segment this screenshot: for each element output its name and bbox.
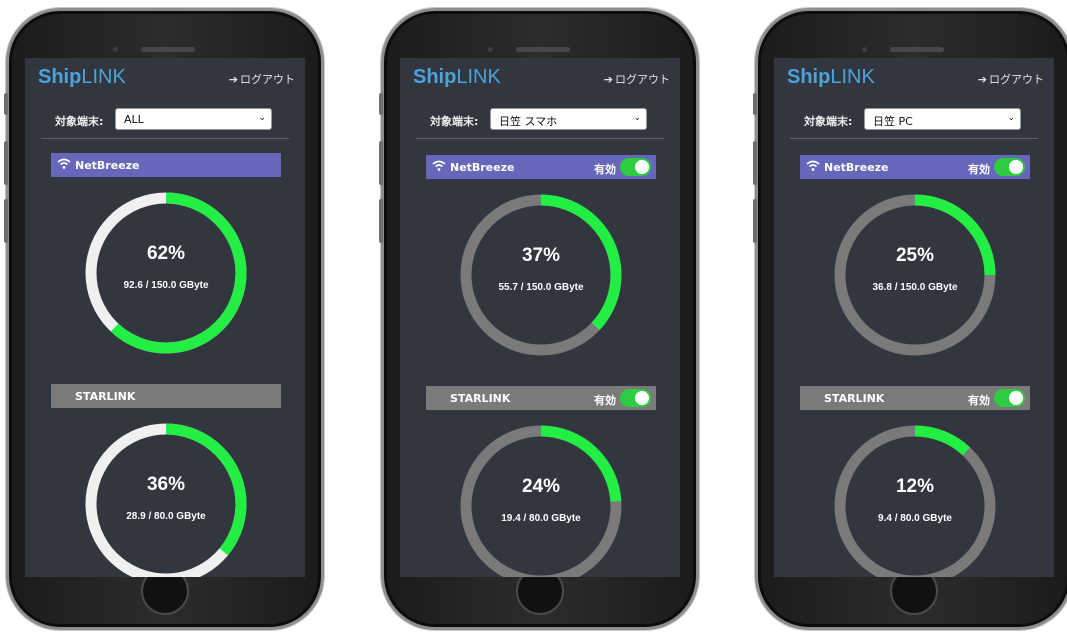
- app-logo: ShipLINK: [38, 66, 126, 88]
- side-button: [379, 93, 383, 115]
- logout-link[interactable]: ➔ ログアウト: [604, 71, 670, 87]
- usage-gauge: 36% 28.9 / 80.0 GByte: [78, 416, 254, 577]
- device-selector-label: 対象端末:: [804, 115, 853, 128]
- device-selector-row: 対象端末: ALL ⌄: [25, 108, 305, 130]
- toggle-knob: [1009, 391, 1023, 405]
- usage-percent: 37%: [521, 245, 561, 266]
- usage-amount: 36.8 / 150.0 GByte: [872, 282, 958, 293]
- network-header-netbreeze: NetBreeze: [51, 153, 281, 177]
- divider: [790, 138, 1038, 139]
- sign-out-icon: ➔: [603, 73, 613, 86]
- network-header-netbreeze: NetBreeze 有効: [800, 155, 1030, 179]
- device-selector-label: 対象端末:: [430, 115, 479, 128]
- app-header: ShipLINK ➔ ログアウト: [774, 58, 1054, 96]
- network-name: STARLINK: [450, 392, 511, 405]
- app-logo: ShipLINK: [413, 66, 501, 88]
- volume-button: [753, 199, 757, 243]
- sign-out-icon: ➔: [228, 73, 238, 86]
- camera: [488, 47, 493, 52]
- usage-percent: 36%: [146, 474, 186, 495]
- enable-toggle[interactable]: [620, 158, 651, 176]
- divider: [41, 138, 289, 139]
- usage-ring: [85, 423, 247, 577]
- enable-toggle[interactable]: [994, 158, 1025, 176]
- ring-track: [834, 425, 996, 577]
- divider: [416, 138, 664, 139]
- usage-amount: 55.7 / 150.0 GByte: [498, 282, 584, 293]
- usage-gauge: 12% 9.4 / 80.0 GByte: [827, 418, 1003, 577]
- network-header-starlink: STARLINK 有効: [800, 386, 1030, 410]
- usage-gauge: 25% 36.8 / 150.0 GByte: [827, 187, 1003, 363]
- phone-frame: ShipLINK ➔ ログアウト対象端末: 日笠 PC ⌄ NetBreeze 有効 25% 3…: [753, 8, 1067, 630]
- device-selector-row: 対象端末: 日笠 スマホ ⌄: [400, 108, 680, 130]
- app-header: ShipLINK ➔ ログアウト: [25, 58, 305, 96]
- camera: [862, 47, 867, 52]
- phone-frame: ShipLINK ➔ ログアウト対象端末: 日笠 スマホ ⌄ NetBreeze 有効 37%…: [379, 8, 699, 630]
- enabled-label: 有効: [968, 163, 990, 176]
- app-screen: ShipLINK ➔ ログアウト対象端末: 日笠 スマホ ⌄ NetBreeze 有効 37%…: [400, 58, 680, 577]
- usage-amount: 9.4 / 80.0 GByte: [878, 513, 952, 524]
- speaker: [141, 47, 195, 52]
- app-screen: ShipLINK ➔ ログアウト対象端末: 日笠 PC ⌄ NetBreeze 有効 25% 3…: [774, 58, 1054, 577]
- device-select[interactable]: ALL ⌄: [115, 108, 272, 130]
- device-select[interactable]: 日笠 PC ⌄: [864, 108, 1021, 130]
- enable-toggle[interactable]: [994, 389, 1025, 407]
- sign-out-icon: ➔: [977, 73, 987, 86]
- app-logo: ShipLINK: [787, 66, 875, 88]
- wifi-icon: [432, 160, 446, 171]
- camera: [113, 47, 118, 52]
- volume-button: [4, 141, 8, 185]
- network-name: NetBreeze: [450, 161, 515, 174]
- phone-frame: ShipLINK ➔ ログアウト対象端末: ALL ⌄ NetBreeze 62% 92.6 …: [4, 8, 324, 630]
- chevron-down-icon: ⌄: [1007, 113, 1015, 123]
- network-name: NetBreeze: [824, 161, 889, 174]
- side-button: [753, 93, 757, 115]
- toggle-knob: [635, 160, 649, 174]
- usage-amount: 28.9 / 80.0 GByte: [126, 511, 206, 522]
- toggle-knob: [1009, 160, 1023, 174]
- network-name: NetBreeze: [75, 159, 140, 172]
- wifi-icon: [806, 160, 820, 171]
- network-header-starlink: STARLINK 有効: [426, 386, 656, 410]
- volume-button: [753, 141, 757, 185]
- network-name: STARLINK: [75, 390, 136, 403]
- enable-toggle[interactable]: [620, 389, 651, 407]
- usage-amount: 19.4 / 80.0 GByte: [501, 513, 581, 524]
- enabled-label: 有効: [968, 394, 990, 407]
- network-header-netbreeze: NetBreeze 有効: [426, 155, 656, 179]
- chevron-down-icon: ⌄: [258, 113, 266, 123]
- enabled-label: 有効: [594, 394, 616, 407]
- device-selector-row: 対象端末: 日笠 PC ⌄: [774, 108, 1054, 130]
- usage-percent: 12%: [895, 476, 935, 497]
- usage-ring: [85, 192, 247, 354]
- volume-button: [4, 199, 8, 243]
- wifi-icon: [57, 158, 71, 169]
- usage-ring: [460, 194, 622, 356]
- logout-link[interactable]: ➔ ログアウト: [229, 71, 295, 87]
- usage-gauge: 62% 92.6 / 150.0 GByte: [78, 185, 254, 361]
- usage-ring: [834, 194, 996, 356]
- device-selector-label: 対象端末:: [55, 115, 104, 128]
- chevron-down-icon: ⌄: [633, 113, 641, 123]
- usage-amount: 92.6 / 150.0 GByte: [123, 280, 209, 291]
- speaker: [516, 47, 570, 52]
- speaker: [890, 47, 944, 52]
- logout-link[interactable]: ➔ ログアウト: [978, 71, 1044, 87]
- side-button: [4, 93, 8, 115]
- usage-percent: 62%: [146, 243, 186, 264]
- volume-button: [379, 199, 383, 243]
- network-header-starlink: STARLINK: [51, 384, 281, 408]
- app-screen: ShipLINK ➔ ログアウト対象端末: ALL ⌄ NetBreeze 62% 92.6 …: [25, 58, 305, 577]
- usage-percent: 25%: [895, 245, 935, 266]
- enabled-label: 有効: [594, 163, 616, 176]
- usage-percent: 24%: [521, 476, 561, 497]
- network-name: STARLINK: [824, 392, 885, 405]
- volume-button: [379, 141, 383, 185]
- device-select[interactable]: 日笠 スマホ ⌄: [490, 108, 647, 130]
- toggle-knob: [635, 391, 649, 405]
- app-header: ShipLINK ➔ ログアウト: [400, 58, 680, 96]
- usage-gauge: 24% 19.4 / 80.0 GByte: [453, 418, 629, 577]
- usage-gauge: 37% 55.7 / 150.0 GByte: [453, 187, 629, 363]
